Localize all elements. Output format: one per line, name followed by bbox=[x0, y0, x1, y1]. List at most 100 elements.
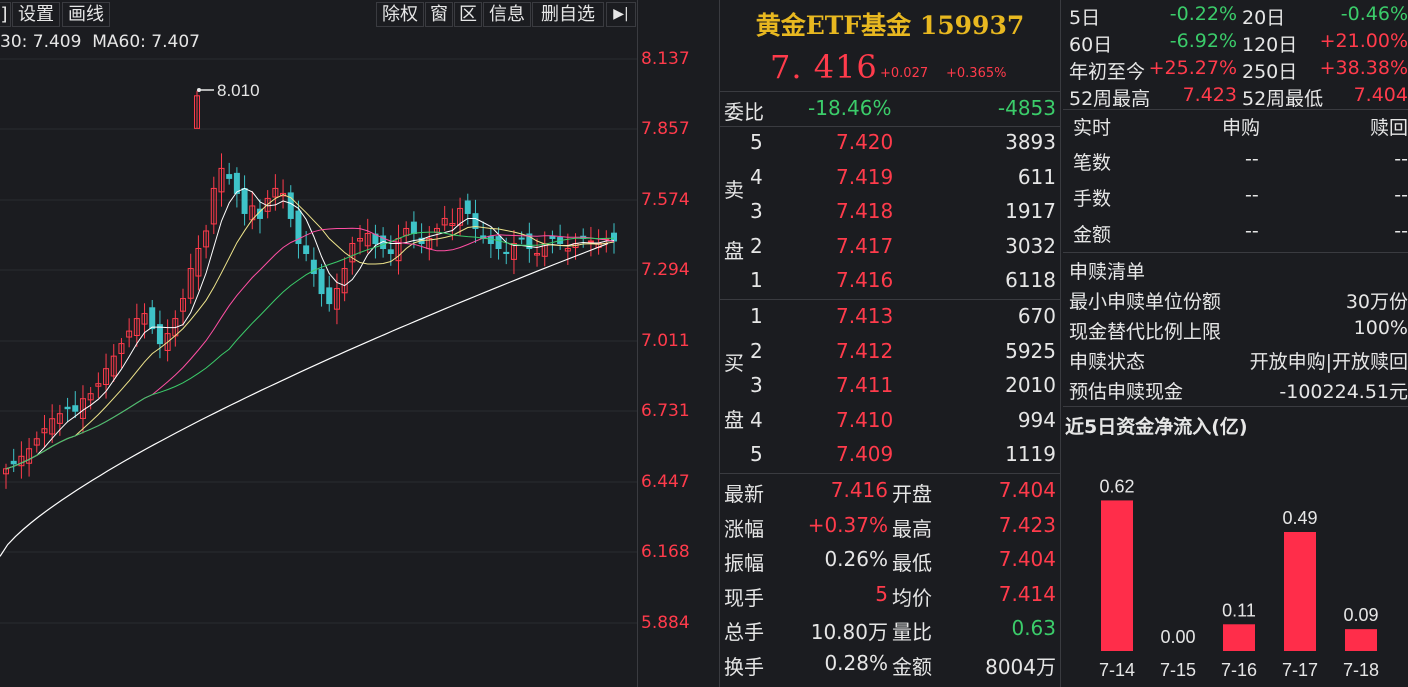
stat-value: 7.404 bbox=[999, 547, 1056, 571]
ask-price: 7.417 bbox=[836, 234, 893, 258]
candle-body bbox=[550, 236, 555, 238]
weibi-diff: -4853 bbox=[998, 96, 1056, 120]
bid-row[interactable]: 17.413670 bbox=[720, 300, 1060, 334]
price-tick: 6.731 bbox=[641, 401, 690, 421]
price-change-pct: +0.365% bbox=[946, 66, 1006, 81]
net-inflow-title: 近5日资金净流入(亿) bbox=[1065, 412, 1248, 439]
candles bbox=[4, 91, 617, 489]
candle-body bbox=[504, 252, 509, 253]
period-row: 52周最高 7.42352周最低 7.404 bbox=[1063, 83, 1408, 110]
period-row: 5日-0.22%20日-0.46% bbox=[1063, 2, 1408, 29]
redemption-value: 30万份 bbox=[1346, 287, 1408, 314]
high-price-label: 8.010 bbox=[217, 81, 260, 100]
redemption-title-row: 申赎清单 bbox=[1063, 256, 1408, 283]
section-button[interactable]: 区 bbox=[454, 2, 482, 27]
realtime-header: 实时申购赎回 bbox=[1063, 112, 1408, 139]
stat-value: 5 bbox=[875, 582, 888, 606]
stat-value: 7.414 bbox=[999, 582, 1056, 606]
inflow-value-label: 0.49 bbox=[1282, 508, 1317, 528]
bid-row[interactable]: 27.4125925 bbox=[720, 335, 1060, 369]
ask-row[interactable]: 37.4181917 bbox=[720, 195, 1060, 229]
redemption-label: 申赎状态 bbox=[1069, 347, 1145, 374]
period-value: -0.22% bbox=[1170, 3, 1237, 25]
candle-body bbox=[327, 288, 332, 304]
stat-value: 7.423 bbox=[999, 513, 1056, 537]
bid-level: 2 bbox=[750, 339, 763, 363]
inflow-bar bbox=[1223, 624, 1255, 651]
quote-panel: 黄金ETF基金 159937 7. 416 +0.027 +0.365% 委比 … bbox=[719, 0, 1061, 687]
period-value: +21.00% bbox=[1320, 30, 1408, 52]
period-value: 7.423 bbox=[1183, 84, 1237, 106]
stat-row: 振幅0.26%最低7.404 bbox=[720, 543, 1060, 577]
draw-line-button[interactable]: 画线 bbox=[62, 2, 110, 27]
delete-watchlist-button[interactable]: 删自选 bbox=[532, 2, 604, 27]
redemption-row: 现金替代比例上限100% bbox=[1063, 316, 1408, 343]
settings-button[interactable]: 设置 bbox=[12, 2, 60, 27]
stat-label: 开盘 bbox=[892, 478, 932, 507]
period-label: 60日 bbox=[1069, 30, 1112, 57]
period-value: 7.404 bbox=[1354, 84, 1408, 106]
realtime-label: 笔数 bbox=[1073, 148, 1111, 175]
inflow-category-label: 7-15 bbox=[1160, 660, 1196, 680]
candle-body bbox=[242, 189, 247, 214]
ask-volume: 3032 bbox=[1005, 234, 1056, 258]
stat-label: 涨幅 bbox=[724, 513, 764, 542]
period-label: 52周最低 bbox=[1242, 84, 1323, 111]
period-label: 5日 bbox=[1069, 3, 1100, 30]
chart-toolbar: ] 设置 画线 除权 窗 区 信息 删自选 ▶| bbox=[0, 0, 637, 29]
stat-row: 现手5均价7.414 bbox=[720, 578, 1060, 612]
chart-grid bbox=[0, 59, 637, 623]
toolbar-partial-button[interactable]: ] bbox=[0, 2, 11, 27]
redemption-value: -100224.51元 bbox=[1279, 377, 1408, 404]
ask-row[interactable]: 27.4173032 bbox=[720, 230, 1060, 264]
period-label: 52周最高 bbox=[1069, 84, 1150, 111]
bid-row[interactable]: 57.4091119 bbox=[720, 438, 1060, 472]
candle-body bbox=[519, 238, 524, 239]
window-button[interactable]: 窗 bbox=[425, 2, 453, 27]
ask-row[interactable]: 57.4203893 bbox=[720, 126, 1060, 160]
bid-price: 7.411 bbox=[836, 373, 893, 397]
info-button[interactable]: 信息 bbox=[483, 2, 531, 27]
realtime-label: 金额 bbox=[1073, 220, 1111, 247]
bid-row[interactable]: 37.4112010 bbox=[720, 369, 1060, 403]
candle-body bbox=[11, 461, 16, 463]
bid-level: 5 bbox=[750, 442, 763, 466]
redeem-value: -- bbox=[1394, 220, 1408, 242]
period-label: 250日 bbox=[1242, 57, 1297, 84]
bid-row[interactable]: 47.410994 bbox=[720, 404, 1060, 438]
ask-volume: 1917 bbox=[1005, 199, 1056, 223]
stat-row: 涨幅+0.37%最高7.423 bbox=[720, 509, 1060, 543]
ask-row[interactable]: 47.419611 bbox=[720, 161, 1060, 195]
period-row: 年初至今+25.27%250日+38.38% bbox=[1063, 56, 1408, 83]
stat-value: 8004万 bbox=[985, 651, 1056, 680]
candle-body bbox=[496, 237, 501, 249]
bid-price: 7.410 bbox=[836, 408, 893, 432]
redeem-value: -- bbox=[1394, 148, 1408, 170]
realtime-header-label: 实时 bbox=[1073, 113, 1111, 140]
candle-body bbox=[488, 236, 493, 243]
weibi-pct: -18.46% bbox=[808, 96, 891, 120]
ask-level: 1 bbox=[750, 268, 763, 292]
price-tick: 6.168 bbox=[641, 542, 690, 562]
collapse-panel-button[interactable]: ▶| bbox=[606, 2, 636, 27]
candlestick-chart[interactable]: 8.010 bbox=[0, 30, 637, 687]
redemption-row: 申赎状态开放申购|开放赎回 bbox=[1063, 346, 1408, 373]
ask-price: 7.416 bbox=[836, 268, 893, 292]
candle-body bbox=[150, 308, 155, 329]
candle-body bbox=[227, 175, 232, 179]
period-value: -6.92% bbox=[1170, 30, 1237, 52]
candle-body bbox=[612, 233, 617, 241]
candle-body bbox=[588, 241, 593, 242]
ma30-line bbox=[6, 232, 614, 469]
stat-value: +0.37% bbox=[808, 513, 888, 537]
price-tick: 7.294 bbox=[641, 260, 690, 280]
bid-price: 7.409 bbox=[836, 442, 893, 466]
bid-volume: 5925 bbox=[1005, 339, 1056, 363]
exright-button[interactable]: 除权 bbox=[376, 2, 424, 27]
redeem-value: -- bbox=[1394, 184, 1408, 206]
stat-label: 最新 bbox=[724, 478, 764, 507]
ask-row[interactable]: 17.4166118 bbox=[720, 264, 1060, 298]
weibi-label: 委比 bbox=[724, 96, 764, 125]
realtime-label: 手数 bbox=[1073, 184, 1111, 211]
candle-body bbox=[73, 406, 78, 411]
